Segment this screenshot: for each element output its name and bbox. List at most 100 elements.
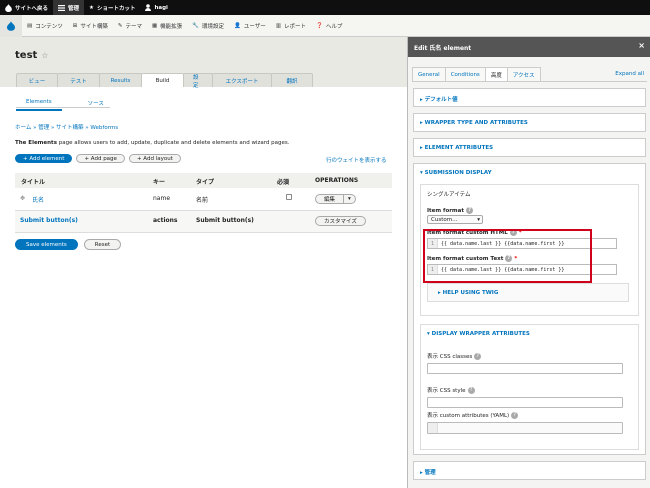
single-item-legend: シングルアイテム xyxy=(427,192,471,198)
section-element-attributes[interactable]: ▸ ELEMENT ATTRIBUTES xyxy=(420,145,493,151)
user-tab[interactable]: hagi xyxy=(140,0,172,15)
th-key: キー xyxy=(153,179,166,186)
row-title[interactable]: 氏名 xyxy=(32,195,44,204)
details-default-value[interactable]: ▸ デフォルト値 xyxy=(413,88,646,107)
breadcrumb[interactable]: ホーム » 管理 » サイト構築 » Webforms xyxy=(15,123,118,131)
item-format-label: Item format? xyxy=(427,207,474,214)
menu-people[interactable]: 👤 ユーザー xyxy=(229,15,271,37)
required-checkbox[interactable] xyxy=(286,194,292,200)
manage-tab[interactable]: 管理 xyxy=(53,0,85,15)
tab-build[interactable]: Build xyxy=(141,73,184,87)
details-submission-display: ▾ SUBMISSION DISPLAY シングルアイテム Item forma… xyxy=(413,163,646,455)
tab-test[interactable]: テスト xyxy=(57,73,100,87)
close-icon[interactable]: × xyxy=(638,41,645,50)
reset-button[interactable]: Reset xyxy=(83,239,122,250)
save-elements-button[interactable]: Save elements xyxy=(15,239,78,250)
editor-gutter xyxy=(428,423,438,433)
tab-results[interactable]: Results xyxy=(99,73,142,87)
main-content: test ☆ ビュー テスト Results Build 設定 エクスポート 翻… xyxy=(0,37,407,488)
menu-content-label: コンテンツ xyxy=(35,23,63,30)
manage-label: 管理 xyxy=(68,5,80,12)
help-icon[interactable]: ? xyxy=(467,387,475,394)
admin-menu: ▤ コンテンツ ⊞ サイト構築 ✎ テーマ ▦ 機能拡張 🔧 環境設定 👤 ユーザー ▥ レポ… xyxy=(0,14,650,37)
tab-view[interactable]: ビュー xyxy=(16,73,58,87)
people-icon: 👤 xyxy=(234,22,241,29)
details-element-attributes[interactable]: ▸ ELEMENT ATTRIBUTES xyxy=(413,138,646,157)
section-display-wrapper[interactable]: ▾ DISPLAY WRAPPER ATTRIBUTES xyxy=(427,331,530,337)
menu-appearance[interactable]: ✎ テーマ xyxy=(113,15,147,37)
help-icon[interactable]: ? xyxy=(466,207,474,214)
tab-advanced[interactable]: 高度 xyxy=(484,67,508,81)
chart-icon: ▥ xyxy=(275,22,282,29)
subtab-divider xyxy=(16,107,110,108)
details-admin[interactable]: ▸ 管理 xyxy=(413,461,646,480)
drupal-home-button[interactable] xyxy=(0,14,22,37)
details-wrapper-type[interactable]: ▸ WRAPPER TYPE AND ATTRIBUTES xyxy=(413,113,646,132)
menu-extend[interactable]: ▦ 機能拡張 xyxy=(147,15,187,37)
menu-help[interactable]: ❓ ヘルプ xyxy=(311,15,347,37)
description-text: page allows users to add, update, duplic… xyxy=(56,140,290,146)
table-row: Submit button(s) actions Submit button(s… xyxy=(15,211,392,233)
item-format-text: Item format xyxy=(427,208,465,214)
add-element-button[interactable]: + Add element xyxy=(15,154,73,163)
tab-general[interactable]: General xyxy=(412,67,446,81)
item-format-select[interactable]: Custom… ▾ xyxy=(427,215,483,224)
page-description: The Elements page allows users to add, u… xyxy=(15,140,290,146)
table-header: タイトル キー タイプ 必須 OPERATIONS xyxy=(15,173,392,188)
page-title-wrap: test ☆ xyxy=(15,50,48,61)
section-help-twig[interactable]: ▸ HELP USING TWIG xyxy=(438,290,498,296)
menu-config-label: 環境設定 xyxy=(202,23,225,30)
tab-access[interactable]: アクセス xyxy=(506,67,541,81)
subtab-elements[interactable]: Elements xyxy=(16,97,62,111)
edit-button[interactable]: 編集 xyxy=(315,194,345,204)
section-default-value[interactable]: ▸ デフォルト値 xyxy=(420,95,458,103)
expand-all-link[interactable]: Expand all xyxy=(615,71,644,77)
menu-reports[interactable]: ▥ レポート xyxy=(271,15,311,37)
dialog-titlebar: Edit 氏名 element xyxy=(408,37,650,57)
form-actions: Save elements Reset xyxy=(15,239,122,250)
description-bold: The Elements xyxy=(15,140,57,146)
chevron-down-icon[interactable]: ▾ xyxy=(344,194,356,204)
menu-structure-label: サイト構築 xyxy=(80,23,108,30)
tab-divider xyxy=(412,81,647,82)
details-help-twig[interactable]: ▸ HELP USING TWIG xyxy=(427,283,629,302)
section-wrapper-type[interactable]: ▸ WRAPPER TYPE AND ATTRIBUTES xyxy=(420,120,528,126)
shortcuts-tab[interactable]: ★ ショートカット xyxy=(84,0,140,15)
css-classes-label: 表示 CSS classes? xyxy=(427,352,482,360)
row-title[interactable]: Submit button(s) xyxy=(20,217,78,224)
menu-config[interactable]: 🔧 環境設定 xyxy=(187,15,229,37)
custom-attrs-label: 表示 custom attributes (YAML)? xyxy=(427,411,519,419)
customize-button[interactable]: カスタマイズ xyxy=(315,216,366,226)
css-style-label: 表示 CSS style? xyxy=(427,386,475,394)
menu-structure[interactable]: ⊞ サイト構築 xyxy=(68,15,113,37)
tab-translate[interactable]: 翻訳 xyxy=(271,73,313,87)
section-admin[interactable]: ▸ 管理 xyxy=(420,468,436,476)
css-style-input[interactable] xyxy=(427,397,623,408)
table-row: ✥ 氏名 name 名前 編集 ▾ xyxy=(15,189,392,211)
show-row-weights-link[interactable]: 行のウェイトを表示する xyxy=(326,156,387,164)
subtab-source[interactable]: ソース xyxy=(78,97,114,111)
admin-toolbar: サイトへ戻る 管理 ★ ショートカット hagi xyxy=(0,0,650,15)
menu-reports-label: レポート xyxy=(284,23,307,30)
back-to-site-link[interactable]: サイトへ戻る xyxy=(0,0,53,15)
shortcuts-label: ショートカット xyxy=(96,5,136,12)
tab-export[interactable]: エクスポート xyxy=(212,73,272,87)
back-to-site-label: サイトへ戻る xyxy=(15,5,49,12)
content-icon: ▤ xyxy=(27,22,33,29)
add-page-button[interactable]: + Add page xyxy=(76,154,125,163)
help-icon[interactable]: ? xyxy=(474,353,482,360)
custom-attrs-editor[interactable] xyxy=(427,422,623,434)
help-icon: ❓ xyxy=(316,22,323,29)
drag-handle-icon[interactable]: ✥ xyxy=(20,195,25,202)
star-outline-icon[interactable]: ☆ xyxy=(41,51,48,60)
th-title: タイトル xyxy=(21,179,46,186)
add-layout-button[interactable]: + Add layout xyxy=(128,154,181,163)
tab-conditions[interactable]: Conditions xyxy=(444,67,486,81)
css-classes-text: 表示 CSS classes xyxy=(427,354,473,360)
tab-settings[interactable]: 設定 xyxy=(183,73,213,89)
section-submission-display[interactable]: ▾ SUBMISSION DISPLAY xyxy=(420,170,492,176)
help-icon[interactable]: ? xyxy=(511,412,519,419)
menu-content[interactable]: ▤ コンテンツ xyxy=(22,15,68,37)
menu-appearance-label: テーマ xyxy=(125,23,142,30)
css-classes-input[interactable] xyxy=(427,363,623,374)
